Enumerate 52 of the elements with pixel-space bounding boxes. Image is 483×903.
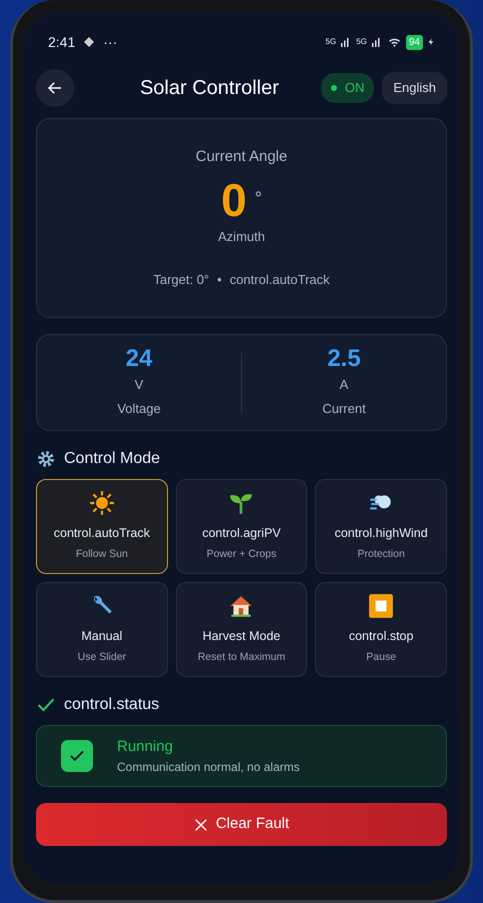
network-type: 5G (356, 36, 367, 48)
mode-description: Power + Crops (206, 547, 276, 562)
metric-value: 2.5 (327, 347, 361, 371)
power-toggle[interactable]: ON (320, 73, 374, 103)
mode-description: Protection (358, 547, 405, 562)
metric-unit: A (340, 376, 348, 394)
mode-card[interactable]: control.autoTrack Follow Sun (36, 479, 168, 574)
mode-label: control.stop (348, 628, 414, 646)
mode-card[interactable]: control.highWind Protection (315, 479, 447, 574)
angle-title: Current Angle (196, 147, 288, 168)
metric-label: Voltage (117, 400, 161, 418)
mode-label: control.autoTrack (54, 525, 150, 542)
axis-label: Azimuth (218, 228, 265, 246)
mode-description: Follow Sun (76, 547, 128, 562)
angle-unit: ° (254, 186, 262, 210)
page-title: Solar Controller (140, 76, 279, 101)
mode-card[interactable]: Manual Use Slider (36, 582, 168, 677)
back-button[interactable] (36, 69, 74, 107)
mode-card[interactable]: control.agriPV Power + Crops (176, 479, 308, 574)
close-icon (194, 818, 208, 832)
section-title: control.status (64, 695, 160, 715)
angle-value: 0 (221, 176, 247, 223)
clock-time: 2:41 (48, 32, 76, 52)
mode-description: Use Slider (78, 650, 126, 665)
mode-card[interactable]: control.stop Pause (315, 582, 447, 677)
diamond-icon (83, 36, 96, 48)
status-message: Communication normal, no alarms (117, 759, 300, 776)
network-type: 5G (326, 36, 336, 48)
battery-level: 94 (406, 34, 423, 50)
clear-fault-button[interactable]: Clear Fault (36, 803, 447, 846)
mode-label: Manual (81, 628, 122, 646)
sun-icon (88, 490, 115, 516)
language-button[interactable]: English (382, 72, 447, 104)
metric-value: 24 (126, 347, 152, 371)
status-check-icon (61, 740, 93, 772)
mode-description: Pause (366, 650, 396, 665)
mode-label: Harvest Mode (202, 628, 280, 646)
target-angle: Target: 0° (153, 271, 210, 290)
metric-label: Current (322, 400, 366, 418)
more-indicator: ··· (103, 32, 118, 52)
mode-description: Reset to Maximum (198, 650, 286, 665)
separator-dot: • (217, 271, 222, 290)
gear-icon (36, 449, 56, 469)
stop-icon (368, 593, 394, 620)
section-title: Control Mode (64, 449, 160, 469)
mode-label: control.agriPV (202, 525, 281, 542)
mode-card[interactable]: Harvest Mode Reset to Maximum (176, 582, 308, 677)
status-state: Running (117, 736, 174, 757)
metric-unit: V (134, 376, 144, 394)
mode-label: control.highWind (334, 525, 428, 542)
charging-icon (427, 36, 435, 48)
tracking-mode: control.autoTrack (230, 271, 330, 290)
